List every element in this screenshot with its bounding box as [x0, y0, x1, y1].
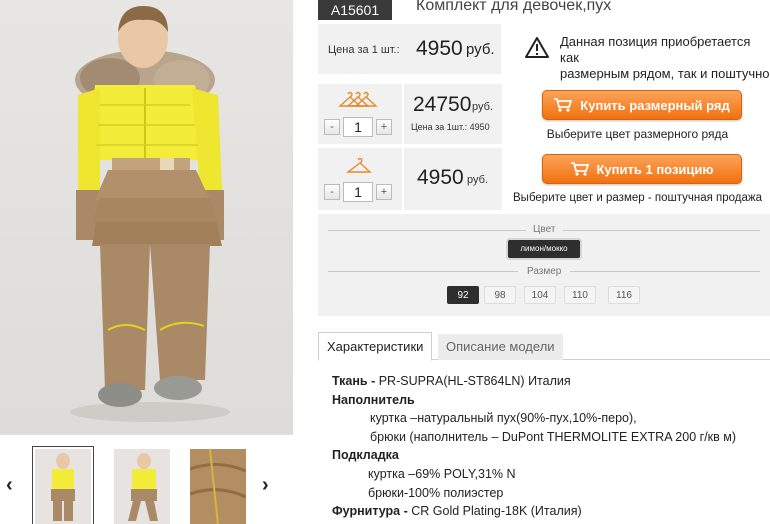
spec-filler-pants: брюки (наполнитель – DuPont THERMOLITE E…: [370, 429, 737, 444]
size-divider-left: [328, 271, 518, 272]
spec-fabric-value: PR-SUPRA(HL-ST864LN) Италия: [375, 374, 571, 388]
buy-single-label: Купить 1 позицию: [596, 161, 714, 177]
size-option-104[interactable]: 104: [524, 286, 556, 304]
thumbnail-strip: ‹ ›: [0, 434, 293, 524]
options-panel: Цвет лимон/мокко Размер 92 98 104 110 11…: [318, 214, 770, 316]
info-tabs: Характеристики Описание модели: [318, 332, 770, 361]
sku-badge: А15601: [318, 0, 392, 20]
notice-text: Данная позиция приобретается как размерн…: [560, 34, 770, 82]
prev-image-arrow-icon[interactable]: ‹: [6, 475, 13, 495]
thumbnail-girl-pose-image: [128, 453, 158, 521]
product-title: Комплект для девочек,пух: [416, 0, 612, 14]
cart-icon: [554, 98, 573, 112]
color-option-lemon-mocha[interactable]: лимон/мокко: [508, 240, 580, 258]
warning-icon: [525, 37, 549, 58]
buy-single-button[interactable]: Купить 1 позицию: [542, 154, 742, 184]
thumbnail-1[interactable]: [32, 446, 94, 524]
tab-characteristics[interactable]: Характеристики: [318, 332, 433, 361]
spec-hardware-label: Фурнитура -: [332, 504, 408, 519]
size-row-price-box: 24750 руб. Цена за 1шт.: 4950: [404, 84, 502, 144]
color-label: Цвет: [533, 224, 556, 235]
color-divider-right: [563, 230, 760, 231]
size-option-92[interactable]: 92: [447, 286, 479, 304]
size-row-price-currency: руб.: [472, 101, 493, 113]
notice-line-1: Данная позиция приобретается как: [560, 34, 751, 65]
size-option-98[interactable]: 98: [484, 286, 516, 304]
thumbnail-fabric-detail-image: [190, 449, 246, 524]
hanger-icon: [346, 157, 372, 173]
single-price-label: Цена за 1 шт.:: [328, 44, 400, 56]
size-divider-right: [570, 271, 760, 272]
girl-in-snowsuit-illustration: [70, 6, 230, 422]
single-hint: Выберите цвет и размер - поштучная прода…: [513, 192, 762, 204]
thumbnail-2[interactable]: [114, 449, 170, 524]
size-label: Размер: [527, 266, 562, 277]
single-quantity-box: - 1 +: [318, 148, 402, 210]
size-row-minus-button[interactable]: -: [324, 119, 340, 135]
spec-fabric-label: Ткань -: [332, 374, 376, 388]
single-price-value: 4950: [416, 37, 463, 60]
spec-lining-label: Подкладка: [332, 448, 399, 463]
single-price-currency: руб.: [466, 41, 495, 58]
size-row-quantity-input[interactable]: 1: [343, 117, 373, 137]
product-main-image[interactable]: [0, 0, 293, 434]
cart-icon: [570, 162, 589, 176]
thumbnail-3[interactable]: [190, 449, 246, 524]
next-image-arrow-icon[interactable]: ›: [262, 475, 269, 495]
spec-lining: Подкладка: [332, 446, 736, 465]
spec-lining-pants: брюки-100% полиэстер: [368, 485, 504, 500]
spec-filler: Наполнитель: [332, 391, 736, 410]
single-quantity-stepper: - 1 +: [324, 182, 392, 202]
size-row-quantity-box: - 1 +: [318, 84, 402, 144]
notice-line-2: размерным рядом, так и поштучно: [560, 66, 770, 81]
single-quantity-input[interactable]: 1: [343, 182, 373, 202]
spec-filler-jacket: куртка –натуральный пух(90%-пух,10%-перо…: [370, 411, 637, 426]
single-minus-button[interactable]: -: [324, 184, 340, 200]
single-plus-button[interactable]: +: [376, 184, 392, 200]
size-row-plus-button[interactable]: +: [376, 119, 392, 135]
thumbnail-girl-front-image: [51, 453, 75, 521]
size-row-hint: Выберите цвет размерного ряда: [546, 127, 729, 141]
spec-lining-jacket: куртка –69% POLY,31% N: [368, 466, 516, 481]
specs-content: Ткань - PR-SUPRA(HL-ST864LN) Италия Напо…: [332, 372, 736, 521]
spec-hardware: Фурнитура - CR Gold Plating-18K (Италия): [332, 502, 736, 521]
size-row-price-value: 24750: [413, 93, 472, 116]
single-offer-price-value: 4950: [417, 166, 464, 189]
size-row-quantity-stepper: - 1 +: [324, 117, 392, 137]
spec-filler-label: Наполнитель: [332, 392, 415, 407]
size-row-unit-price-note: Цена за 1шт.: 4950: [411, 122, 490, 132]
buy-size-row-label: Купить размерный ряд: [580, 97, 730, 113]
tab-model-description[interactable]: Описание модели: [438, 334, 563, 360]
single-price-offer-box: 4950 руб.: [404, 148, 502, 210]
single-offer-price-currency: руб.: [467, 174, 488, 186]
single-price-box: Цена за 1 шт.: 4950 руб.: [318, 24, 501, 74]
color-divider-left: [328, 230, 526, 231]
size-option-110[interactable]: 110: [564, 286, 596, 304]
buy-size-row-button[interactable]: Купить размерный ряд: [542, 90, 742, 120]
size-option-116[interactable]: 116: [608, 286, 640, 304]
spec-fabric: Ткань - PR-SUPRA(HL-ST864LN) Италия: [332, 372, 736, 391]
multi-hanger-icon: [338, 91, 378, 107]
purchase-notice: Данная позиция приобретается как размерн…: [505, 26, 770, 81]
spec-hardware-value: CR Gold Plating-18K (Италия): [407, 504, 582, 519]
